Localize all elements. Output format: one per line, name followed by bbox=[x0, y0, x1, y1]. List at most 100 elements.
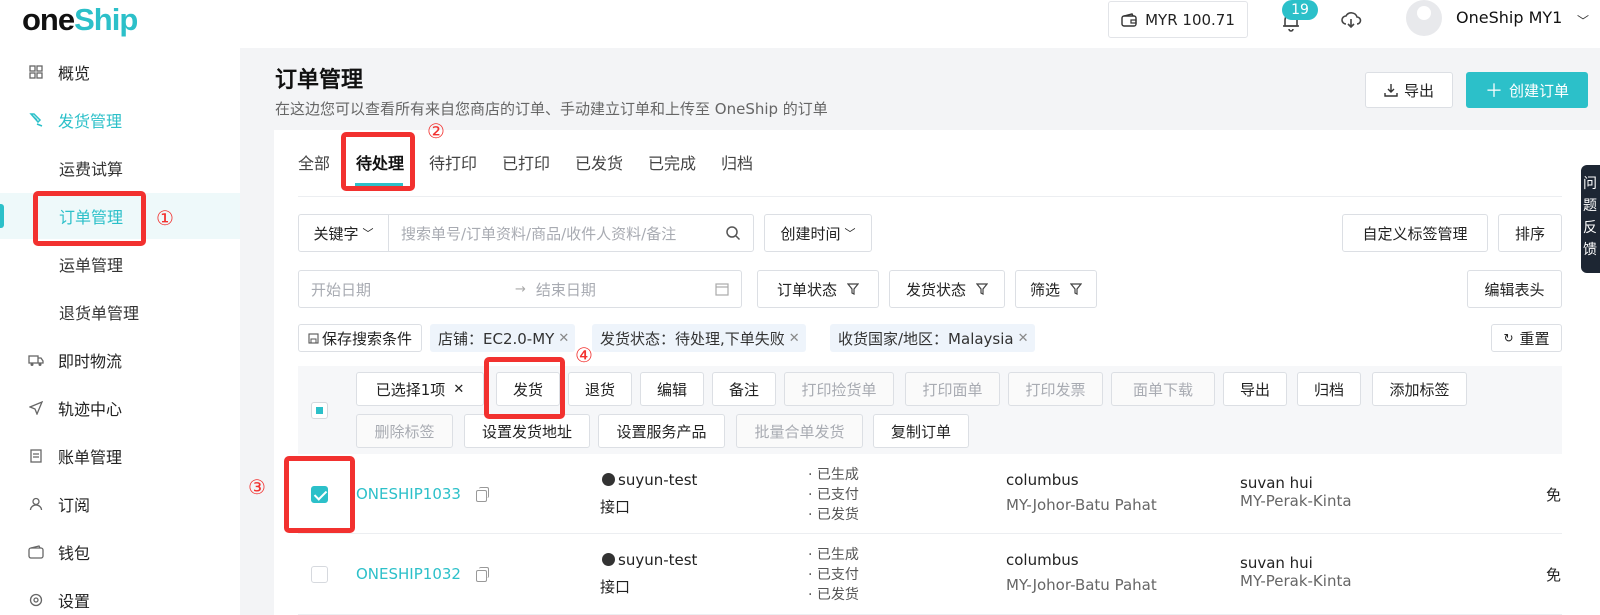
sidebar-item-instant-logistics[interactable]: 即时物流 bbox=[0, 337, 240, 383]
copy-order-label: 复制订单 bbox=[890, 422, 951, 441]
bulk-export-label: 导出 bbox=[1239, 380, 1270, 399]
return-button[interactable]: 退货 bbox=[568, 372, 632, 406]
sidebar-item-label: 设置 bbox=[58, 592, 91, 611]
delete-tag-button[interactable]: 删除标签 bbox=[356, 414, 453, 448]
sidebar-item-waybill-management[interactable]: 运单管理 bbox=[0, 241, 240, 287]
close-icon[interactable]: ✕ bbox=[1018, 331, 1029, 346]
set-ship-address-button[interactable]: 设置发货地址 bbox=[464, 414, 590, 448]
store-label: suyun-test bbox=[618, 471, 698, 489]
print-picklist-button[interactable]: 打印捡货单 bbox=[784, 372, 894, 406]
more-filter[interactable]: 筛选 bbox=[1015, 270, 1097, 308]
create-order-button[interactable]: ＋ 创建订单 bbox=[1466, 72, 1588, 108]
sidebar-item-subscription[interactable]: 订阅 bbox=[0, 481, 240, 527]
row-checkbox[interactable] bbox=[311, 566, 328, 583]
search-icon[interactable] bbox=[725, 225, 741, 241]
sidebar-item-label: 运费试算 bbox=[59, 160, 124, 179]
sidebar-item-label: 运单管理 bbox=[59, 256, 124, 275]
sidebar-item-label: 钱包 bbox=[58, 544, 91, 563]
page-description: 在这边您可以查看所有来自您商店的订单、手动建立订单和上传至 OneShip 的订… bbox=[275, 100, 828, 118]
oneship-logo[interactable]: oneShip bbox=[22, 2, 138, 38]
export-button[interactable]: 导出 bbox=[1365, 72, 1453, 108]
edit-header-button[interactable]: 编辑表头 bbox=[1467, 270, 1562, 308]
order-number-link[interactable]: ONESHIP1033 bbox=[356, 485, 461, 503]
sidebar: 概览 发货管理 运费试算 订单管理 运单管理 退货单管理 即时物流 轨迹中心 账… bbox=[0, 48, 240, 615]
order-status-label: 订单状态 bbox=[776, 280, 837, 299]
selected-count-button[interactable]: 已选择1项 ✕ bbox=[356, 372, 484, 406]
wallet-icon bbox=[1121, 12, 1137, 27]
arrow-right-icon: → bbox=[515, 281, 526, 297]
receiver-name: suvan hui bbox=[1240, 554, 1313, 572]
add-tag-label: 添加标签 bbox=[1389, 380, 1450, 399]
status-item: · 已发货 bbox=[808, 507, 859, 523]
user-name[interactable]: OneShip MY1 bbox=[1456, 8, 1562, 27]
sidebar-item-billing[interactable]: 账单管理 bbox=[0, 433, 240, 479]
close-icon[interactable]: ✕ bbox=[558, 331, 569, 346]
annotation-number-1: ① bbox=[156, 206, 174, 230]
print-invoice-button[interactable]: 打印发票 bbox=[1008, 372, 1103, 406]
close-icon[interactable]: ✕ bbox=[789, 331, 800, 346]
sidebar-item-tracking[interactable]: 轨迹中心 bbox=[0, 385, 240, 431]
annotation-box-1 bbox=[33, 191, 146, 246]
copy-icon[interactable] bbox=[476, 567, 489, 582]
receiver-name: suvan hui bbox=[1240, 474, 1313, 492]
sidebar-item-settings[interactable]: 设置 bbox=[0, 577, 240, 615]
save-search-button[interactable]: 保存搜索条件 bbox=[298, 324, 422, 352]
order-channel: 接口 bbox=[600, 498, 631, 516]
status-item: · 已生成 bbox=[808, 467, 859, 483]
ship-status-filter[interactable]: 发货状态 bbox=[889, 270, 1005, 308]
tab-printed[interactable]: 已打印 bbox=[502, 150, 550, 174]
copy-icon[interactable] bbox=[476, 487, 489, 502]
bulk-export-button[interactable]: 导出 bbox=[1223, 372, 1287, 406]
print-label-button[interactable]: 打印面单 bbox=[905, 372, 1000, 406]
keyword-select[interactable]: 关键字 ﹀ bbox=[299, 215, 389, 251]
close-icon[interactable]: ✕ bbox=[453, 382, 464, 397]
feedback-label: 问题反馈 bbox=[1583, 176, 1597, 258]
order-number-link[interactable]: ONESHIP1032 bbox=[356, 565, 461, 583]
sort-label: 排序 bbox=[1514, 224, 1545, 243]
annotation-number-2: ② bbox=[427, 119, 445, 143]
add-tag-button[interactable]: 添加标签 bbox=[1372, 372, 1467, 406]
sidebar-item-returns[interactable]: 退货单管理 bbox=[0, 289, 240, 335]
selected-count-label: 已选择1项 bbox=[375, 380, 446, 399]
chevron-down-icon[interactable]: ﹀ bbox=[1577, 12, 1589, 29]
select-all-checkbox[interactable] bbox=[311, 402, 328, 419]
store-icon bbox=[602, 553, 615, 566]
avatar[interactable] bbox=[1406, 0, 1442, 36]
order-status-filter[interactable]: 订单状态 bbox=[757, 270, 879, 308]
order-channel: 接口 bbox=[600, 578, 631, 596]
tab-archived[interactable]: 归档 bbox=[721, 150, 753, 174]
settings-icon bbox=[28, 592, 44, 608]
edit-label: 编辑 bbox=[656, 380, 687, 399]
date-range-picker[interactable]: 开始日期 → 结束日期 bbox=[298, 270, 742, 308]
sidebar-item-label: 退货单管理 bbox=[59, 304, 140, 323]
sidebar-item-wallet[interactable]: 钱包 bbox=[0, 529, 240, 575]
tab-shipped[interactable]: 已发货 bbox=[575, 150, 623, 174]
batch-merge-ship-button[interactable]: 批量合单发货 bbox=[736, 414, 863, 448]
download-label-button[interactable]: 面单下载 bbox=[1111, 372, 1215, 406]
custom-tags-button[interactable]: 自定义标签管理 bbox=[1342, 214, 1488, 252]
sort-button[interactable]: 排序 bbox=[1498, 214, 1562, 252]
sidebar-item-overview[interactable]: 概览 bbox=[0, 49, 240, 95]
tab-completed[interactable]: 已完成 bbox=[648, 150, 696, 174]
chip-label: 店铺：EC2.0-MY bbox=[438, 329, 555, 348]
download-icon bbox=[1384, 84, 1398, 97]
created-time-select[interactable]: 创建时间 ﹀ bbox=[764, 214, 872, 252]
wallet-balance-button[interactable]: MYR 100.71 bbox=[1108, 1, 1248, 38]
copy-order-button[interactable]: 复制订单 bbox=[873, 414, 969, 448]
delete-tag-label: 删除标签 bbox=[374, 422, 435, 441]
edit-button[interactable]: 编辑 bbox=[640, 372, 704, 406]
sidebar-item-freight-calc[interactable]: 运费试算 bbox=[0, 145, 240, 191]
note-button[interactable]: 备注 bbox=[712, 372, 776, 406]
tab-to-print[interactable]: 待打印 bbox=[429, 150, 477, 174]
user-icon bbox=[28, 496, 44, 512]
archive-button[interactable]: 归档 bbox=[1297, 372, 1361, 406]
feedback-side-panel[interactable]: 问题反馈 bbox=[1581, 165, 1600, 273]
cloud-download-icon[interactable] bbox=[1340, 9, 1362, 31]
tab-all[interactable]: 全部 bbox=[298, 150, 330, 174]
chevron-down-icon: ﹀ bbox=[362, 227, 374, 240]
store-name: suyun-test bbox=[602, 471, 697, 489]
sidebar-item-shipping[interactable]: 发货管理 bbox=[0, 97, 240, 143]
reset-button[interactable]: ↻ 重置 bbox=[1491, 324, 1562, 352]
set-service-button[interactable]: 设置服务产品 bbox=[598, 414, 725, 448]
search-input[interactable]: 搜索单号/订单资料/商品/收件人资料/备注 bbox=[389, 223, 725, 244]
